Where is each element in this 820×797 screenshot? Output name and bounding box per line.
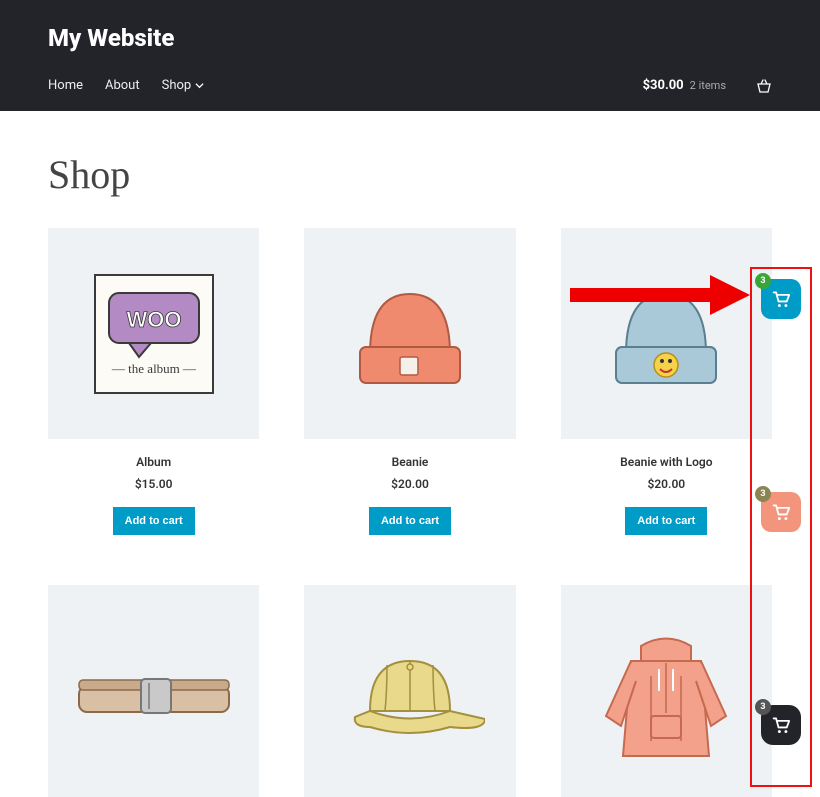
nav-shop-label: Shop xyxy=(162,78,192,93)
cart-summary[interactable]: $30.00 2 items xyxy=(643,78,726,93)
cart-items-count: 2 items xyxy=(690,79,726,92)
cart-icon xyxy=(771,290,791,308)
cart-badge: 3 xyxy=(755,273,771,289)
add-to-cart-button[interactable]: Add to cart xyxy=(369,507,451,535)
cart-total: $30.00 xyxy=(643,78,684,93)
floating-cart-button-dark[interactable]: 3 xyxy=(761,705,801,745)
product-card[interactable] xyxy=(304,585,515,796)
nav-shop[interactable]: Shop xyxy=(162,78,205,93)
product-price: $15.00 xyxy=(48,477,259,491)
site-header: My Website Home About Shop $30.00 2 item… xyxy=(0,0,820,111)
svg-text:WOO: WOO xyxy=(126,307,181,332)
product-grid: WOO — the album — Album $15.00 Add to ca… xyxy=(48,228,772,797)
product-name: Beanie with Logo xyxy=(561,455,772,469)
basket-icon[interactable] xyxy=(756,79,772,93)
product-card[interactable] xyxy=(48,585,259,796)
cart-badge: 3 xyxy=(755,486,771,502)
product-card[interactable]: WOO — the album — Album $15.00 Add to ca… xyxy=(48,228,259,535)
product-price: $20.00 xyxy=(561,477,772,491)
product-name: Album xyxy=(48,455,259,469)
product-image xyxy=(48,585,259,796)
main-content: Shop WOO — the album — Album $15.00 Add … xyxy=(0,111,820,797)
product-image xyxy=(304,228,515,439)
svg-text:— the album —: — the album — xyxy=(111,361,197,376)
site-title[interactable]: My Website xyxy=(48,24,772,52)
product-image: WOO — the album — xyxy=(48,228,259,439)
floating-cart-button-teal[interactable]: 3 xyxy=(761,279,801,319)
product-name: Beanie xyxy=(304,455,515,469)
floating-cart-button-coral[interactable]: 3 xyxy=(761,492,801,532)
nav-row: Home About Shop $30.00 2 items xyxy=(48,78,772,93)
floating-cart-panel-annotation: 3 3 3 xyxy=(750,267,812,787)
cart-icon xyxy=(771,503,791,521)
product-card[interactable] xyxy=(561,585,772,796)
add-to-cart-button[interactable]: Add to cart xyxy=(625,507,707,535)
cart-icon xyxy=(771,716,791,734)
nav-home[interactable]: Home xyxy=(48,78,83,93)
cart-badge: 3 xyxy=(755,699,771,715)
nav-right: $30.00 2 items xyxy=(643,78,772,93)
product-image xyxy=(561,585,772,796)
page-title: Shop xyxy=(48,151,772,198)
nav-left: Home About Shop xyxy=(48,78,204,93)
chevron-down-icon xyxy=(195,81,204,90)
product-image xyxy=(304,585,515,796)
product-card[interactable]: Beanie $20.00 Add to cart xyxy=(304,228,515,535)
product-image xyxy=(561,228,772,439)
product-price: $20.00 xyxy=(304,477,515,491)
add-to-cart-button[interactable]: Add to cart xyxy=(113,507,195,535)
nav-about[interactable]: About xyxy=(105,78,140,93)
product-card[interactable]: Beanie with Logo $20.00 Add to cart xyxy=(561,228,772,535)
